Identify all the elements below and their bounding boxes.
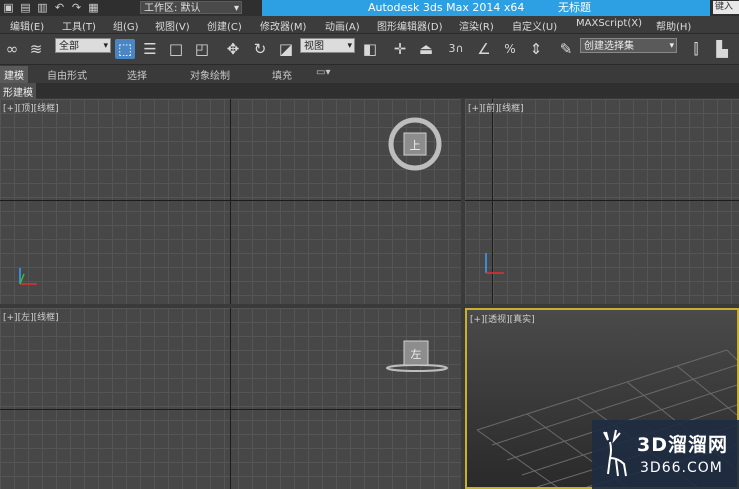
snap-label: 3 [448, 42, 456, 55]
chevron-down-icon: ▾ [233, 3, 239, 14]
scale-icon[interactable]: ◪ [276, 39, 296, 59]
percent-snap-icon[interactable]: % [500, 39, 520, 59]
tab-selection[interactable]: 选择 [127, 67, 147, 82]
tab-modeling[interactable]: 建模 [0, 66, 28, 83]
undo-icon[interactable]: ↶ [53, 1, 66, 14]
grid-axis-vertical [230, 99, 231, 304]
app-menu-icon[interactable]: ▣ [2, 1, 15, 14]
selection-filter-dropdown[interactable]: 全部 ▾ [55, 38, 111, 53]
ribbon-options-icon[interactable]: ▭▾ [316, 67, 330, 78]
chevron-down-icon: ▾ [669, 41, 674, 51]
workspace-label: 工作区: 默认 [144, 3, 201, 14]
app-title-bar: Autodesk 3ds Max 2014 x64 无标题 [262, 0, 710, 16]
title-bar: ▣ ▤ ▥ ↶ ↷ ▦ 工作区: 默认 ▾ Autodesk 3ds Max 2… [0, 0, 739, 16]
axis-tripod-icon [19, 268, 37, 285]
viewport-label[interactable]: [+][左][线框] [3, 310, 59, 323]
percent-label: % [504, 42, 516, 56]
select-object-icon[interactable]: ⬚ [115, 39, 135, 59]
menu-views[interactable]: 视图(V) [155, 18, 190, 33]
align-icon[interactable]: ▙ [712, 39, 732, 59]
quick-access-toolbar: ▣ ▤ ▥ ↶ ↷ ▦ [2, 1, 100, 14]
chevron-down-icon: ▾ [103, 41, 108, 51]
viewcube-face-label: 上 [410, 139, 421, 152]
ribbon-subpanel: 形建模 [0, 83, 739, 100]
menu-animation[interactable]: 动画(A) [325, 18, 360, 33]
spinner-snap-icon[interactable]: ⇕ [526, 39, 546, 59]
menu-group[interactable]: 组(G) [113, 18, 139, 33]
window-crossing-icon[interactable]: ◰ [192, 39, 212, 59]
viewcube-face-label: 左 [411, 348, 422, 361]
open-file-icon[interactable]: ▤ [19, 1, 32, 14]
chevron-down-icon: ▾ [347, 41, 352, 51]
file-title: 无标题 [558, 1, 591, 14]
menu-edit[interactable]: 编辑(E) [10, 18, 44, 33]
snaps-toggle-icon[interactable]: 3∩ [446, 39, 466, 59]
subpanel-label[interactable]: 形建模 [0, 83, 36, 100]
tab-object-paint[interactable]: 对象绘制 [190, 67, 230, 82]
menu-rendering[interactable]: 渲染(R) [459, 18, 494, 33]
reference-coordinate-dropdown[interactable]: 视图 ▾ [300, 38, 355, 53]
move-icon[interactable]: ✥ [223, 39, 243, 59]
search-input[interactable]: 键入关 [713, 1, 739, 14]
tab-freeform[interactable]: 自由形式 [47, 67, 87, 82]
tab-populate[interactable]: 填充 [272, 67, 292, 82]
rotate-icon[interactable]: ↻ [250, 39, 270, 59]
viewport-left[interactable]: [+][左][线框] 左 [0, 308, 461, 489]
link-icon[interactable]: ∞ [2, 39, 22, 59]
search-placeholder: 键入关 [715, 2, 734, 12]
deer-logo-icon [603, 429, 627, 477]
named-selection-value: 创建选择集 [584, 41, 634, 52]
watermark-line1: 3D溜溜网 [637, 434, 728, 456]
select-and-manipulate-icon[interactable]: ✛ [390, 39, 410, 59]
watermark-line2: 3D66.COM [640, 460, 723, 476]
reference-coordinate-value: 视图 [304, 41, 324, 52]
project-folder-icon[interactable]: ▦ [87, 1, 100, 14]
menu-graph-editors[interactable]: 图形编辑器(D) [377, 18, 443, 33]
menu-customize[interactable]: 自定义(U) [512, 18, 557, 33]
keyboard-shortcut-override-icon[interactable]: ⏏ [416, 39, 436, 59]
menu-tools[interactable]: 工具(T) [62, 18, 96, 33]
select-by-name-icon[interactable]: ☰ [140, 39, 160, 59]
edit-named-selection-icon[interactable]: ✎ [556, 39, 576, 59]
pivot-center-icon[interactable]: ◧ [360, 39, 380, 59]
mirror-icon[interactable]: ⫿ [686, 39, 706, 59]
viewport-top[interactable]: [+][顶][线框] 上 [0, 99, 461, 304]
viewport-front[interactable]: [+][前][线框] [465, 99, 739, 304]
main-toolbar: ∞ ≋ 全部 ▾ ⬚ ☰ □ ◰ ✥ ↻ ◪ 视图 ▾ ◧ ✛ ⏏ 3∩ ∠ %… [0, 34, 739, 65]
grid-axis-horizontal [465, 200, 739, 201]
redo-icon[interactable]: ↷ [70, 1, 83, 14]
workspace-dropdown[interactable]: 工作区: 默认 ▾ [140, 1, 242, 14]
rectangular-selection-icon[interactable]: □ [166, 39, 186, 59]
viewcube-icon[interactable]: 上 [387, 116, 443, 172]
menu-help[interactable]: 帮助(H) [656, 18, 691, 33]
viewport-label[interactable]: [+][前][线框] [468, 101, 524, 114]
ribbon: 建模 自由形式 选择 对象绘制 填充 ▭▾ [0, 65, 739, 83]
grid-axis-vertical [230, 308, 231, 489]
app-title: Autodesk 3ds Max 2014 x64 [368, 1, 525, 14]
menu-create[interactable]: 创建(C) [207, 18, 242, 33]
viewport-label[interactable]: [+][顶][线框] [3, 101, 59, 114]
watermark-logo: 3D溜溜网 3D66.COM [592, 420, 739, 489]
save-icon[interactable]: ▥ [36, 1, 49, 14]
axis-tripod-icon [485, 253, 504, 274]
menu-bar: 编辑(E) 工具(T) 组(G) 视图(V) 创建(C) 修改器(M) 动画(A… [0, 16, 739, 34]
named-selection-dropdown[interactable]: 创建选择集 ▾ [580, 38, 677, 53]
bind-space-warp-icon[interactable]: ≋ [26, 39, 46, 59]
menu-maxscript[interactable]: MAXScript(X) [576, 18, 642, 29]
viewcube-icon[interactable]: 左 [384, 338, 450, 374]
menu-modifiers[interactable]: 修改器(M) [260, 18, 306, 33]
selection-filter-value: 全部 [59, 41, 79, 52]
angle-snap-icon[interactable]: ∠ [474, 39, 494, 59]
